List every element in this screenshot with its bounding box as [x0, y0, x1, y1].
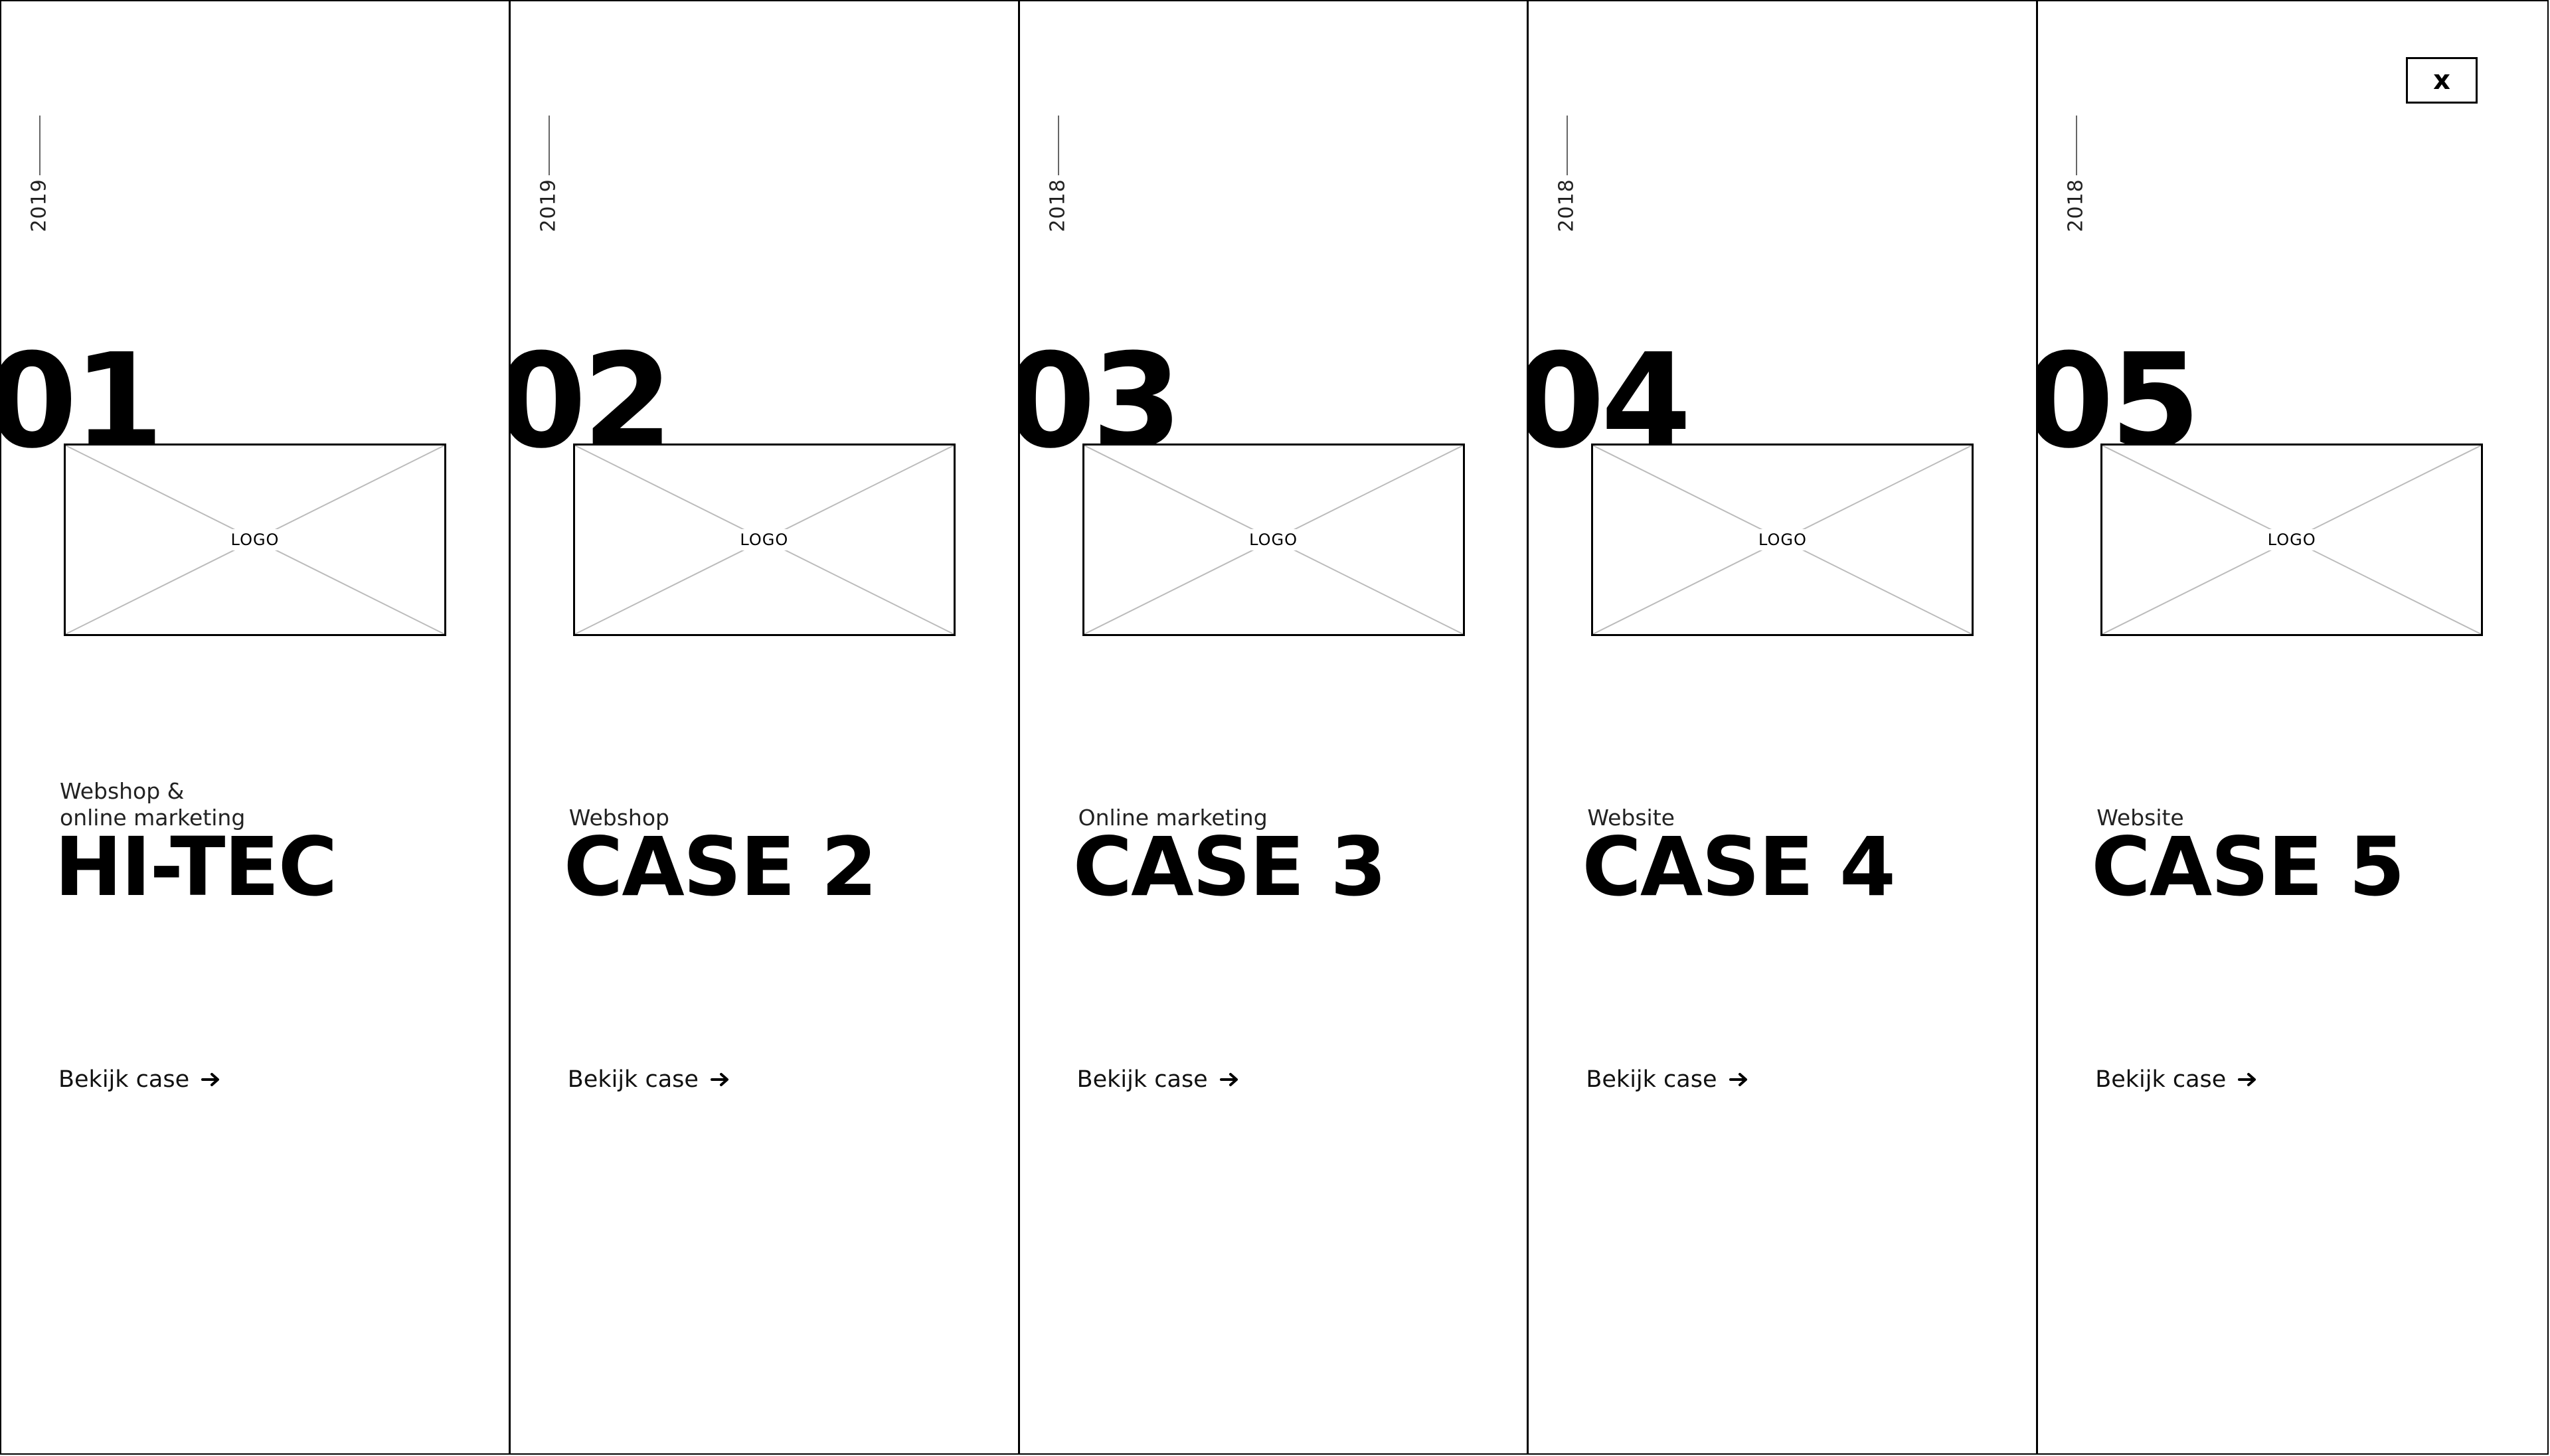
arrow-right-icon: [710, 1072, 730, 1087]
logo-placeholder: LOGO: [2100, 444, 2484, 636]
case-year: 2018: [2064, 179, 2088, 232]
year-divider: [1057, 116, 1059, 175]
view-case-link[interactable]: Bekijk case: [58, 1066, 221, 1093]
year-divider: [39, 116, 41, 175]
year-divider: [548, 116, 550, 175]
logo-label: LOGO: [736, 529, 793, 550]
logo-label: LOGO: [2263, 529, 2320, 550]
case-title: CASE 2: [563, 820, 878, 914]
view-case-link[interactable]: Bekijk case: [1077, 1066, 1240, 1093]
case-title: CASE 5: [2091, 820, 2405, 914]
case-year: 2019: [27, 179, 51, 232]
year-divider: [1567, 116, 1569, 175]
logo-placeholder: LOGO: [572, 444, 956, 636]
logo-placeholder: LOGO: [64, 444, 446, 636]
view-case-label: Bekijk case: [1586, 1066, 1717, 1093]
case-year: 2018: [1555, 179, 1578, 232]
case-overview: 2019 01 LOGO Webshop & online marketing …: [0, 0, 2549, 1455]
case-year: 2018: [1046, 179, 1070, 232]
arrow-right-icon: [1729, 1072, 1749, 1087]
close-button[interactable]: x: [2406, 57, 2478, 104]
case-year: 2019: [537, 179, 560, 232]
logo-label: LOGO: [226, 529, 284, 550]
view-case-label: Bekijk case: [58, 1066, 190, 1093]
case-column-5: 2018 05 LOGO Website CASE 5 Bekijk case: [2038, 1, 2547, 1453]
logo-label: LOGO: [1754, 529, 1811, 550]
view-case-link[interactable]: Bekijk case: [1586, 1066, 1748, 1093]
arrow-right-icon: [1219, 1072, 1240, 1087]
view-case-label: Bekijk case: [567, 1066, 699, 1093]
view-case-label: Bekijk case: [1076, 1066, 1208, 1093]
case-title: CASE 3: [1072, 820, 1387, 914]
case-column-2: 2019 02 LOGO Webshop CASE 2 Bekijk case: [511, 1, 1020, 1453]
logo-placeholder: LOGO: [1082, 444, 1465, 636]
case-column-3: 2018 03 LOGO Online marketing CASE 3 Bek…: [1020, 1, 1529, 1453]
view-case-label: Bekijk case: [2095, 1066, 2227, 1093]
case-column-1: 2019 01 LOGO Webshop & online marketing …: [1, 1, 511, 1453]
year-divider: [2076, 116, 2078, 175]
view-case-link[interactable]: Bekijk case: [568, 1066, 730, 1093]
arrow-right-icon: [2238, 1072, 2258, 1087]
view-case-link[interactable]: Bekijk case: [2095, 1066, 2258, 1093]
logo-placeholder: LOGO: [1591, 444, 1974, 636]
case-title: HI-TEC: [54, 820, 337, 914]
case-column-4: 2018 04 LOGO Website CASE 4 Bekijk case: [1529, 1, 2039, 1453]
logo-label: LOGO: [1245, 529, 1302, 550]
close-icon: x: [2433, 65, 2450, 96]
case-title: CASE 4: [1582, 820, 1896, 914]
arrow-right-icon: [201, 1072, 221, 1087]
